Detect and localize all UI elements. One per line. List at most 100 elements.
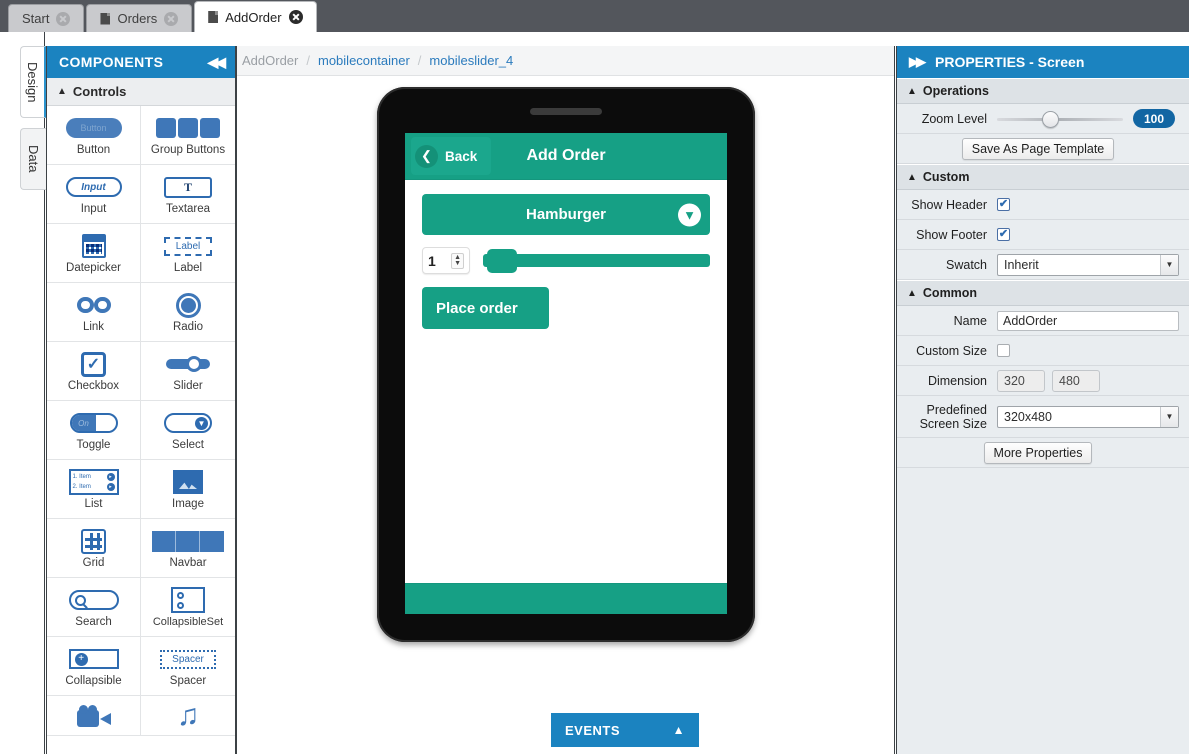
component-spacer[interactable]: Spacer Spacer — [141, 637, 235, 696]
grid-icon — [81, 527, 106, 555]
product-select[interactable]: Hamburger ▼ — [422, 194, 710, 235]
swatch-select[interactable]: Inherit ▼ — [997, 253, 1179, 276]
properties-group-custom[interactable]: ▲ Custom — [897, 164, 1189, 190]
predefined-label-line1: Predefined — [926, 402, 987, 417]
close-icon[interactable] — [288, 10, 303, 24]
left-rail: Design Data — [0, 32, 46, 754]
breadcrumb-separator: / — [417, 53, 422, 68]
quantity-slider[interactable] — [483, 249, 710, 273]
component-label: CollapsibleSet — [152, 616, 224, 628]
chevron-up-icon: ▲ — [907, 85, 917, 97]
stepper-arrows-icon[interactable]: ▲ ▼ — [451, 252, 464, 269]
quantity-stepper[interactable]: 1 ▲ ▼ — [422, 247, 470, 274]
show-footer-row: Show Footer ✔ — [897, 220, 1189, 250]
events-bar[interactable]: EVENTS ▲ — [551, 713, 699, 747]
swatch-value: Inherit — [1004, 257, 1039, 272]
component-label: Button — [76, 144, 111, 156]
swatch-label: Swatch — [946, 257, 987, 272]
dimension-label: Dimension — [927, 373, 987, 388]
properties-group-common[interactable]: ▲ Common — [897, 280, 1189, 306]
component-textarea[interactable]: T Textarea — [141, 165, 235, 224]
collapse-panel-icon[interactable]: ◀◀ — [207, 54, 225, 71]
group-label: Custom — [922, 170, 970, 184]
component-button[interactable]: Button Button — [47, 106, 141, 165]
expand-panel-icon[interactable]: ▶▶ — [909, 54, 926, 70]
design-canvas: AddOrder / mobilecontainer / mobileslide… — [236, 46, 895, 754]
save-as-page-template-button[interactable]: Save As Page Template — [961, 137, 1115, 160]
stepper-down-icon[interactable]: ▼ — [454, 260, 461, 267]
place-order-button[interactable]: Place order — [422, 287, 549, 329]
component-group-buttons[interactable]: Group Buttons — [141, 106, 235, 165]
component-select[interactable]: ▼ Select — [141, 401, 235, 460]
device-screen[interactable]: ❮ Back Add Order Hamburger ▼ 1 ▲ ▼ Place… — [405, 133, 727, 614]
component-datepicker[interactable]: Datepicker — [47, 224, 141, 283]
breadcrumb-current: AddOrder — [242, 53, 299, 68]
chevron-down-icon[interactable]: ▼ — [1160, 406, 1178, 427]
properties-panel-header: ▶▶ PROPERTIES - Screen — [897, 46, 1189, 78]
component-input[interactable]: Input Input — [47, 165, 141, 224]
breadcrumb-separator: / — [306, 53, 310, 68]
tab-orders[interactable]: Orders — [86, 4, 193, 32]
component-grid[interactable]: Grid — [47, 519, 141, 578]
show-header-label: Show Header — [911, 197, 987, 212]
component-label: Select — [172, 439, 204, 451]
component-radio[interactable]: Radio — [141, 283, 235, 342]
more-properties-button[interactable]: More Properties — [983, 441, 1093, 464]
component-label: Link — [82, 321, 105, 333]
component-link[interactable]: Link — [47, 283, 141, 342]
component-navbar[interactable]: Navbar — [141, 519, 235, 578]
show-footer-checkbox[interactable]: ✔ — [997, 228, 1010, 241]
zoom-level-slider[interactable] — [997, 110, 1123, 128]
component-label: Input — [80, 203, 107, 215]
list-icon-row2: 2. Item — [72, 484, 91, 490]
show-header-checkbox[interactable]: ✔ — [997, 198, 1010, 211]
component-label: Image — [172, 498, 204, 510]
component-label-widget[interactable]: Label Label — [141, 224, 235, 283]
component-checkbox[interactable]: ✓ Checkbox — [47, 342, 141, 401]
name-input[interactable]: AddOrder — [997, 310, 1179, 331]
spacer-icon: Spacer — [160, 645, 216, 673]
rail-tab-data[interactable]: Data — [20, 128, 46, 190]
chevron-up-icon[interactable]: ▲ — [673, 723, 685, 737]
component-audio[interactable]: ♫ — [141, 696, 235, 736]
close-icon[interactable] — [56, 11, 71, 26]
quantity-slider-thumb[interactable] — [487, 249, 517, 273]
predefined-screen-size-row: Predefined Screen Size 320x480 ▼ — [897, 396, 1189, 438]
back-button[interactable]: ❮ Back — [411, 137, 492, 175]
dimension-height-input[interactable]: 480 — [1052, 369, 1100, 392]
component-slider[interactable]: Slider — [141, 342, 235, 401]
dimension-width-input[interactable]: 320 — [997, 369, 1045, 392]
name-label: Name — [953, 313, 987, 328]
components-panel-header: COMPONENTS ◀◀ — [47, 46, 235, 78]
properties-group-operations[interactable]: ▲ Operations — [897, 78, 1189, 104]
predefined-label-line2: Screen Size — [919, 416, 987, 431]
mobile-header: ❮ Back Add Order — [405, 133, 727, 180]
component-collapsible[interactable]: + Collapsible — [47, 637, 141, 696]
predefined-screen-size-select[interactable]: 320x480 ▼ — [997, 405, 1179, 428]
component-label: Label — [173, 262, 203, 274]
component-list[interactable]: 1. Item ▸ 2. Item ▸ List — [47, 460, 141, 519]
slider-knob[interactable] — [1042, 110, 1060, 128]
component-label: Textarea — [165, 203, 211, 215]
tab-start[interactable]: Start — [8, 4, 85, 32]
component-toggle[interactable]: On Toggle — [47, 401, 141, 460]
component-label: Checkbox — [67, 380, 120, 392]
events-label: EVENTS — [565, 722, 621, 738]
components-grid: Button Button Group Buttons Input Input … — [47, 106, 235, 736]
components-group-controls[interactable]: ▲ Controls — [47, 78, 235, 106]
rail-tab-design[interactable]: Design — [20, 46, 46, 118]
document-icon — [208, 11, 219, 23]
chevron-down-icon[interactable]: ▼ — [1160, 254, 1178, 275]
component-video[interactable] — [47, 696, 141, 736]
tab-addorder[interactable]: AddOrder — [194, 1, 317, 32]
spacer-icon-glyph: Spacer — [160, 649, 216, 669]
custom-size-checkbox[interactable] — [997, 344, 1010, 357]
component-label: Slider — [173, 380, 203, 392]
component-image[interactable]: Image — [141, 460, 235, 519]
component-collapsible-set[interactable]: CollapsibleSet — [141, 578, 235, 637]
close-icon[interactable] — [164, 11, 179, 26]
breadcrumb-link-mobileslider[interactable]: mobileslider_4 — [429, 53, 513, 68]
show-header-row: Show Header ✔ — [897, 190, 1189, 220]
breadcrumb-link-mobilecontainer[interactable]: mobilecontainer — [318, 53, 410, 68]
component-search[interactable]: Search — [47, 578, 141, 637]
